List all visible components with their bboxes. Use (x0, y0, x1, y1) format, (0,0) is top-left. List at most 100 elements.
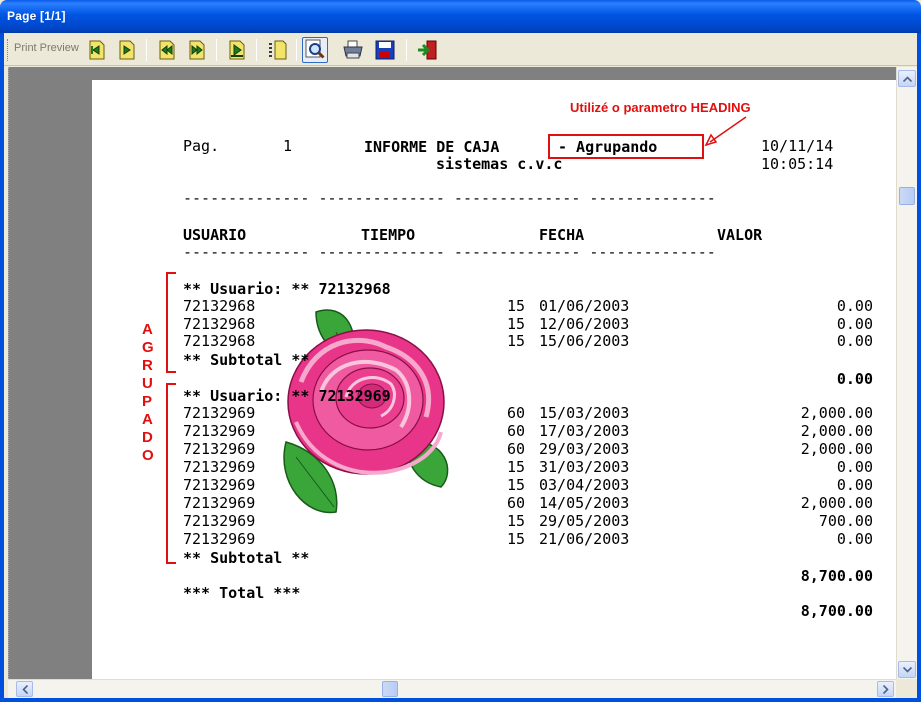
save-button[interactable] (372, 37, 398, 63)
cell-usuario: 72132969 (183, 530, 256, 548)
cell-fecha: 29/05/2003 (539, 512, 630, 530)
scroll-left-button[interactable] (16, 681, 33, 697)
grouped-letter: A (142, 411, 153, 428)
exit-button[interactable] (414, 37, 440, 63)
cell-valor: 2,000.00 (800, 440, 873, 458)
subtotal-value: 8,700.00 (800, 567, 873, 585)
cell-valor: 0.00 (836, 458, 873, 476)
grouped-letter: R (142, 357, 153, 374)
cell-fecha: 12/06/2003 (539, 315, 630, 333)
cell-tiempo: 15 (507, 512, 526, 530)
total-value: 8,700.00 (800, 602, 873, 620)
cell-fecha: 15/03/2003 (539, 404, 630, 422)
scroll-down-button[interactable] (898, 661, 916, 678)
goto-page-icon (229, 40, 245, 60)
horizontal-scrollbar[interactable] (8, 679, 896, 698)
toolbar-separator (296, 39, 297, 61)
grouped-letter: A (142, 321, 153, 338)
print-button[interactable] (340, 37, 366, 63)
total-label: *** Total *** (183, 584, 301, 602)
cell-fecha: 21/06/2003 (539, 530, 630, 548)
prev-page-button[interactable] (114, 37, 140, 63)
report-subtitle: sistemas c.v.c (436, 155, 563, 173)
column-header-valor: VALOR (717, 226, 763, 244)
group-bracket (166, 383, 176, 564)
page-label: Pag. (183, 137, 220, 155)
column-header-fecha: FECHA (539, 226, 585, 244)
cell-tiempo: 15 (507, 315, 526, 333)
cell-usuario: 72132969 (183, 404, 256, 422)
cell-valor: 0.00 (836, 315, 873, 333)
cell-tiempo: 15 (507, 530, 526, 548)
page-prev-icon (119, 40, 135, 60)
window-frame-right (917, 33, 921, 702)
fast-forward-icon (189, 40, 205, 60)
report-title: INFORME DE CAJA (364, 138, 500, 156)
zoom-button[interactable] (302, 37, 328, 63)
cell-valor: 0.00 (836, 297, 873, 315)
cell-fecha: 14/05/2003 (539, 494, 630, 512)
cell-fecha: 01/06/2003 (539, 297, 630, 315)
scrollbar-corner (896, 679, 917, 698)
cell-fecha: 31/03/2003 (539, 458, 630, 476)
scroll-up-button[interactable] (898, 70, 916, 87)
rewind-icon (159, 40, 175, 60)
cell-tiempo: 15 (507, 297, 526, 315)
cell-usuario: 72132969 (183, 476, 256, 494)
cell-tiempo: 15 (507, 476, 526, 494)
cell-usuario: 72132968 (183, 332, 256, 350)
separator-line: -------------- -------------- ----------… (183, 189, 716, 207)
exit-icon (418, 40, 437, 60)
cell-tiempo: 15 (507, 332, 526, 350)
subtotal-label: ** Subtotal ** (183, 351, 310, 369)
cell-valor: 0.00 (836, 530, 873, 548)
cell-fecha: 29/03/2003 (539, 440, 630, 458)
toolbar-label: Print Preview (14, 42, 79, 54)
cell-tiempo: 60 (507, 494, 526, 512)
cell-usuario: 72132969 (183, 440, 256, 458)
heading-note: Utilizé o parametro HEADING (570, 100, 751, 115)
report-date: 10/11/14 (761, 137, 834, 155)
toolbar-separator (256, 39, 257, 61)
cell-valor: 0.00 (836, 476, 873, 494)
cell-valor: 2,000.00 (800, 422, 873, 440)
grouped-letter: O (142, 447, 154, 464)
cell-usuario: 72132968 (183, 297, 256, 315)
scroll-right-button[interactable] (877, 681, 894, 697)
goto-page-button[interactable] (224, 37, 250, 63)
cell-usuario: 72132968 (183, 315, 256, 333)
vertical-scroll-thumb[interactable] (899, 187, 915, 205)
window-frame-left (0, 33, 4, 702)
rewind-button[interactable] (154, 37, 180, 63)
cell-usuario: 72132969 (183, 458, 256, 476)
group-bracket (166, 272, 176, 373)
fast-forward-button[interactable] (184, 37, 210, 63)
grouped-letter: P (142, 393, 153, 410)
cell-tiempo: 60 (507, 440, 526, 458)
first-page-button[interactable] (84, 37, 110, 63)
cell-fecha: 03/04/2003 (539, 476, 630, 494)
window-title: Page [1/1] (7, 9, 66, 23)
cell-usuario: 72132969 (183, 512, 256, 530)
two-pages-button[interactable] (264, 37, 290, 63)
vertical-scrollbar[interactable] (896, 67, 917, 679)
cell-valor: 0.00 (836, 332, 873, 350)
arrow-left-icon (21, 684, 28, 694)
toolbar-separator (146, 39, 147, 61)
heading-highlight-box (548, 134, 704, 159)
horizontal-scroll-thumb[interactable] (382, 681, 398, 697)
printer-icon (343, 40, 363, 59)
rose-image (283, 309, 449, 514)
window-frame-bottom (0, 698, 921, 702)
toolbar-separator (406, 39, 407, 61)
cell-fecha: 15/06/2003 (539, 332, 630, 350)
column-header-tiempo: TIEMPO (361, 226, 416, 244)
cell-tiempo: 15 (507, 458, 526, 476)
grouped-letter: G (142, 339, 154, 356)
toolbar-grip[interactable] (7, 39, 10, 61)
preview-viewport[interactable]: Pag. 1 INFORME DE CAJA - Agrupando siste… (8, 67, 896, 679)
grouped-letter: D (142, 429, 153, 446)
window-title-bar[interactable]: Page [1/1] (0, 0, 921, 33)
subtotal-label: ** Subtotal ** (183, 549, 310, 567)
grouped-letter: U (142, 375, 153, 392)
